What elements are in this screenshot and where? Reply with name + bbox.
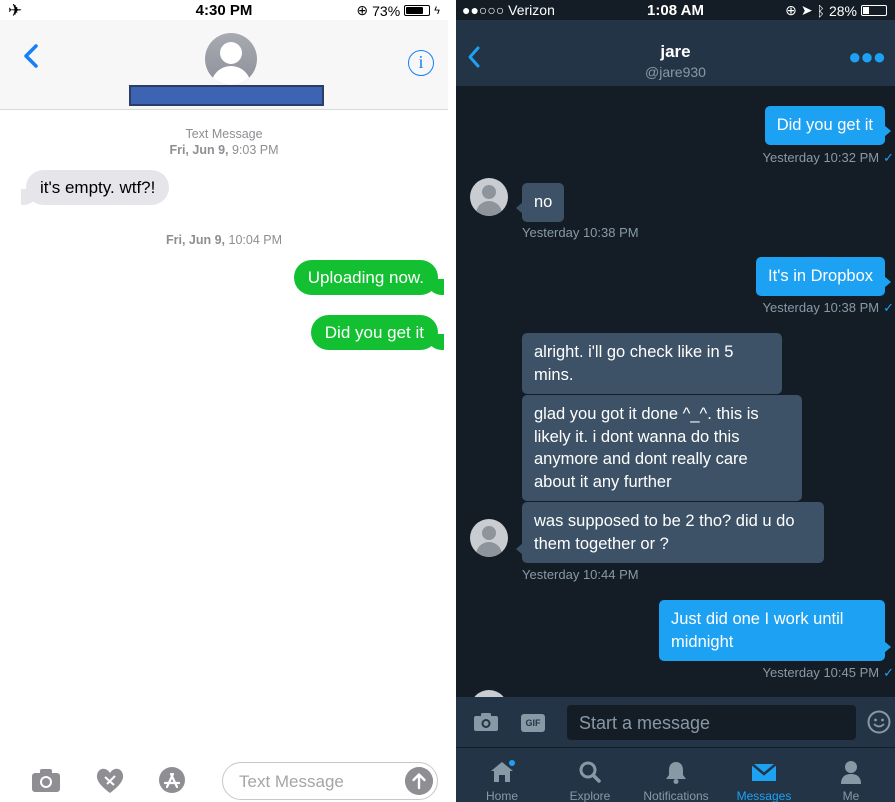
- gif-button[interactable]: GIF: [521, 714, 545, 732]
- incoming-message[interactable]: was supposed to be 2 tho? did u do them …: [516, 502, 824, 563]
- tab-explore[interactable]: Explore: [546, 748, 634, 802]
- battery-icon: [404, 5, 431, 16]
- imessage-screen: ✈ 4:30 PM ⊕ 73% ϟ i Text Message Fri, Ju…: [0, 0, 448, 802]
- battery-percent: 28%: [828, 2, 857, 19]
- message-timestamp: Yesterday 10:32 PM ✓: [762, 150, 895, 165]
- message-timestamp: Yesterday 10:45 PM ✓: [762, 665, 895, 680]
- tab-me[interactable]: Me: [807, 748, 895, 802]
- outgoing-message[interactable]: Did you get it: [310, 315, 445, 350]
- message-timestamp: Yesterday 10:38 PM ✓: [762, 300, 895, 315]
- camera-icon[interactable]: [474, 713, 498, 731]
- contact-name[interactable]: jare: [456, 42, 895, 62]
- back-chevron-icon[interactable]: [18, 36, 46, 76]
- message-timestamp: Yesterday 10:38 PM: [522, 225, 639, 240]
- message-timestamp: Yesterday 10:44 PM: [522, 567, 639, 582]
- contact-avatar[interactable]: [470, 178, 508, 216]
- rotation-lock-icon: ⊕: [356, 2, 369, 18]
- contact-avatar[interactable]: [205, 33, 257, 85]
- contact-handle: @jare930: [645, 64, 706, 80]
- send-arrow-icon[interactable]: [405, 767, 433, 795]
- bell-icon: [666, 762, 686, 784]
- location-icon: ➤: [800, 2, 813, 18]
- conversation-header: i: [0, 20, 448, 110]
- contact-avatar[interactable]: [470, 519, 508, 557]
- tab-messages[interactable]: Messages: [720, 748, 808, 802]
- tab-label: Notifications: [643, 789, 709, 802]
- bluetooth-icon: ᛒ: [816, 2, 825, 19]
- person-icon: [841, 761, 861, 784]
- home-icon: [491, 760, 515, 782]
- status-bar: ●●○○○ Verizon 1:08 AM ⊕ ➤ ᛒ 28%: [456, 0, 895, 20]
- incoming-message[interactable]: alright. i'll go check like in 5 mins.: [522, 333, 782, 394]
- outgoing-message[interactable]: It's in Dropbox: [756, 257, 891, 296]
- outgoing-message[interactable]: Did you get it: [764, 106, 892, 145]
- tab-notifications[interactable]: Notifications: [632, 748, 720, 802]
- status-right: ⊕ 73% ϟ: [356, 2, 440, 19]
- tab-label: Home: [485, 789, 518, 802]
- battery-icon: [861, 5, 887, 16]
- tab-label: Explore: [569, 789, 611, 802]
- camera-icon[interactable]: [30, 766, 62, 794]
- status-bar: ✈ 4:30 PM ⊕ 73% ϟ: [0, 0, 448, 20]
- incoming-message[interactable]: glad you got it done ^_^. this is likely…: [522, 395, 802, 501]
- digital-touch-icon[interactable]: [94, 766, 126, 794]
- tab-home[interactable]: Home: [458, 748, 546, 802]
- outgoing-message[interactable]: Just did one I work until midnight: [659, 600, 891, 661]
- emoji-icon[interactable]: [867, 710, 891, 734]
- message-input-placeholder: Start a message: [579, 713, 711, 733]
- thread-header: Text Message: [185, 127, 263, 141]
- message-composer: GIF Start a message: [456, 697, 895, 747]
- message-timestamp: Fri, Jun 9, 9:03 PM: [169, 143, 279, 157]
- battery-percent: 73%: [372, 2, 401, 19]
- envelope-icon: [751, 763, 777, 781]
- tab-label: Me: [842, 789, 860, 802]
- search-icon: [579, 761, 601, 783]
- read-check-icon: ✓: [883, 150, 894, 165]
- message-timestamp: Fri, Jun 9, 10:04 PM: [165, 233, 283, 247]
- twitter-dm-screen: ●●○○○ Verizon 1:08 AM ⊕ ➤ ᛒ 28% jare @ja…: [456, 0, 895, 802]
- message-input-placeholder: Text Message: [239, 772, 344, 791]
- tab-bar: Home Explore Notifications Messages Me: [456, 747, 895, 802]
- tab-label: Messages: [736, 789, 792, 802]
- incoming-message[interactable]: no: [515, 183, 565, 222]
- charging-icon: ϟ: [434, 4, 440, 17]
- message-input[interactable]: Text Message: [222, 762, 438, 800]
- app-store-icon[interactable]: [156, 766, 188, 794]
- read-check-icon: ✓: [883, 300, 894, 315]
- read-check-icon: ✓: [883, 665, 894, 680]
- message-input[interactable]: Start a message: [567, 705, 856, 740]
- info-icon[interactable]: i: [408, 50, 434, 76]
- redacted-contact-name: [129, 85, 324, 106]
- rotation-lock-icon: ⊕: [785, 2, 797, 18]
- status-right: ⊕ ➤ ᛒ 28%: [785, 2, 887, 19]
- conversation-header: jare @jare930 ●●●: [456, 20, 895, 86]
- incoming-message[interactable]: it's empty. wtf?!: [20, 170, 170, 205]
- outgoing-message[interactable]: Uploading now.: [293, 260, 445, 295]
- more-options-icon[interactable]: ●●●: [848, 46, 886, 68]
